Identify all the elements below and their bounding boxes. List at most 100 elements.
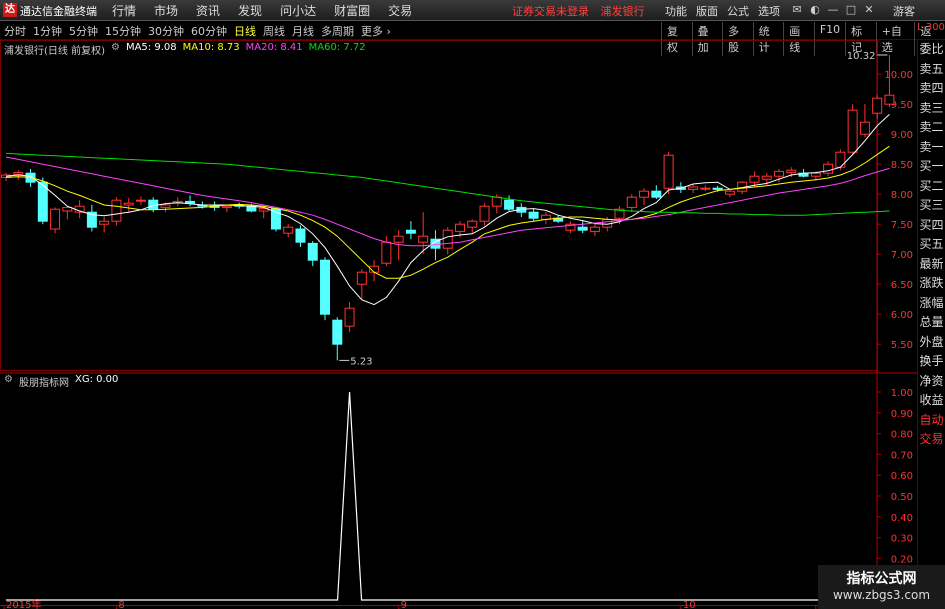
right-panel-item-15[interactable]: 外盘 <box>918 333 945 353</box>
window-controls: ✉ ◐ — □ ✕ <box>788 3 878 16</box>
right-panel-item-1[interactable]: 卖五 <box>918 60 945 80</box>
main-menu: 行情 市场 资讯 发现 问小达 财富圈 交易 <box>112 2 430 19</box>
minimize-icon[interactable]: — <box>824 3 842 16</box>
sub-tick-label-0: 1.00 <box>891 388 913 399</box>
kline-chart[interactable]: 10.009.509.008.508.007.507.006.506.005.5… <box>0 40 917 609</box>
period-tab-10[interactable]: 更多 › <box>361 23 391 39</box>
skin-icon[interactable]: ◐ <box>806 3 824 16</box>
right-panel-item-16[interactable]: 换手 <box>918 352 945 372</box>
candle-body-57 <box>700 187 711 190</box>
candle-body-32 <box>393 235 404 243</box>
period-tab-4[interactable]: 30分钟 <box>148 23 184 39</box>
candle-body-34 <box>418 235 429 243</box>
right-panel: 委比 卖五 卖四 卖三 卖二 卖一 买一 买二 买三 买四 买五 最新 涨跌 涨幅 总量 外盘 换手 净资 收益 自动… <box>917 40 945 609</box>
right-panel-item-20[interactable]: 交易 <box>918 430 945 450</box>
period-tab-2[interactable]: 5分钟 <box>69 23 98 39</box>
candle-body-41 <box>504 199 515 210</box>
guest-label[interactable]: 游客 <box>893 3 915 19</box>
period-tab-9[interactable]: 多周期 <box>321 23 354 39</box>
maximize-icon[interactable]: □ <box>842 3 860 16</box>
period-tab-1[interactable]: 1分钟 <box>33 23 62 39</box>
candle-body-10 <box>123 202 134 206</box>
period-tab-8[interactable]: 月线 <box>292 23 314 39</box>
xg-line <box>6 391 890 601</box>
candle-body-53 <box>651 190 662 198</box>
right-panel-item-3[interactable]: 卖三 <box>918 99 945 119</box>
candle-body-27 <box>332 319 343 345</box>
period-tab-6[interactable]: 日线 <box>234 23 256 39</box>
candle-body-67 <box>823 163 834 174</box>
right-panel-item-11[interactable]: 最新 <box>918 255 945 275</box>
right-panel-item-2[interactable]: 卖四 <box>918 79 945 99</box>
candle-body-70 <box>859 121 870 135</box>
menu-item-formula[interactable]: 公式 <box>727 3 749 19</box>
right-panel-item-14[interactable]: 总量 <box>918 313 945 333</box>
main-frame <box>0 40 878 371</box>
price-tick-label-3: 8.50 <box>891 160 913 171</box>
candle-body-61 <box>749 175 760 183</box>
period-tab-0[interactable]: 分时 <box>4 23 26 39</box>
mail-icon[interactable]: ✉ <box>788 3 806 16</box>
right-panel-item-6[interactable]: 买一 <box>918 157 945 177</box>
right-panel-item-5[interactable]: 卖一 <box>918 138 945 158</box>
time-label-2: 9 <box>401 600 407 609</box>
sub-tick-label-1: 0.90 <box>891 409 913 420</box>
right-panel-item-17[interactable]: 净资 <box>918 372 945 392</box>
candle-body-63 <box>774 170 785 177</box>
menu-item-discover[interactable]: 发现 <box>238 2 262 19</box>
period-tab-5[interactable]: 60分钟 <box>191 23 227 39</box>
price-tick-label-7: 6.50 <box>891 280 913 291</box>
candle-body-26 <box>320 259 331 315</box>
candle-body-29 <box>356 271 367 285</box>
time-label-3: 10 <box>683 600 696 609</box>
right-panel-item-4[interactable]: 卖二 <box>918 118 945 138</box>
menu-item-market[interactable]: 行情 <box>112 2 136 19</box>
right-panel-item-12[interactable]: 涨跌 <box>918 274 945 294</box>
right-panel-item-8[interactable]: 买三 <box>918 196 945 216</box>
right-panel-item-9[interactable]: 买四 <box>918 216 945 236</box>
candle-body-18 <box>221 205 232 208</box>
menu-item-function[interactable]: 功能 <box>665 3 687 19</box>
period-tab-3[interactable]: 15分钟 <box>105 23 141 39</box>
close-icon[interactable]: ✕ <box>860 3 878 16</box>
period-tab-7[interactable]: 周线 <box>263 23 285 39</box>
candle-body-8 <box>99 220 110 225</box>
menu-item-news[interactable]: 资讯 <box>196 2 220 19</box>
l-badge[interactable]: L 300 <box>917 22 945 40</box>
candle-body-39 <box>479 205 490 222</box>
candle-body-59 <box>724 190 735 195</box>
menu-item-ask[interactable]: 问小达 <box>280 2 316 19</box>
sub-tick-label-4: 0.60 <box>891 471 913 482</box>
right-panel-item-19[interactable]: 自动 <box>918 411 945 431</box>
menu-item-markets[interactable]: 市场 <box>154 2 178 19</box>
price-tick-label-9: 5.50 <box>891 340 913 351</box>
candle-body-48 <box>589 226 600 232</box>
candle-body-22 <box>270 208 281 230</box>
right-panel-item-0[interactable]: 委比 <box>918 40 945 60</box>
right-panel-item-13[interactable]: 涨幅 <box>918 294 945 314</box>
right-panel-item-10[interactable]: 买五 <box>918 235 945 255</box>
menu-item-wealth[interactable]: 财富圈 <box>334 2 370 19</box>
candle-body-4 <box>50 208 61 230</box>
sub-tick-label-7: 0.30 <box>891 534 913 545</box>
menu-item-trade[interactable]: 交易 <box>388 2 412 19</box>
menu-item-options[interactable]: 选项 <box>758 3 780 19</box>
candle-body-68 <box>835 151 846 168</box>
trade-login-status[interactable]: 证券交易未登录 <box>512 5 589 18</box>
candle-body-62 <box>761 175 772 180</box>
price-tick-label-4: 8.00 <box>891 190 913 201</box>
app-title: 通达信金融终端 <box>20 5 97 18</box>
period-toolbar: 分时 1分钟 5分钟 15分钟 30分钟 60分钟 日线 周线 月线 多周期 更多 › 复权 叠加 多股… <box>0 21 945 56</box>
right-panel-item-7[interactable]: 买二 <box>918 177 945 197</box>
menu-item-layout[interactable]: 版面 <box>696 3 718 19</box>
price-tick-label-2: 9.00 <box>891 130 913 141</box>
right-panel-item-18[interactable]: 收益 <box>918 391 945 411</box>
candle-body-24 <box>295 228 306 243</box>
candle-body-33 <box>405 229 416 234</box>
candle-body-71 <box>872 97 883 114</box>
current-stock-name: 浦发银行 <box>600 5 645 18</box>
candle-body-36 <box>442 229 453 249</box>
candle-body-38 <box>467 220 478 228</box>
candle-body-54 <box>663 154 674 189</box>
candle-body-15 <box>185 200 196 204</box>
